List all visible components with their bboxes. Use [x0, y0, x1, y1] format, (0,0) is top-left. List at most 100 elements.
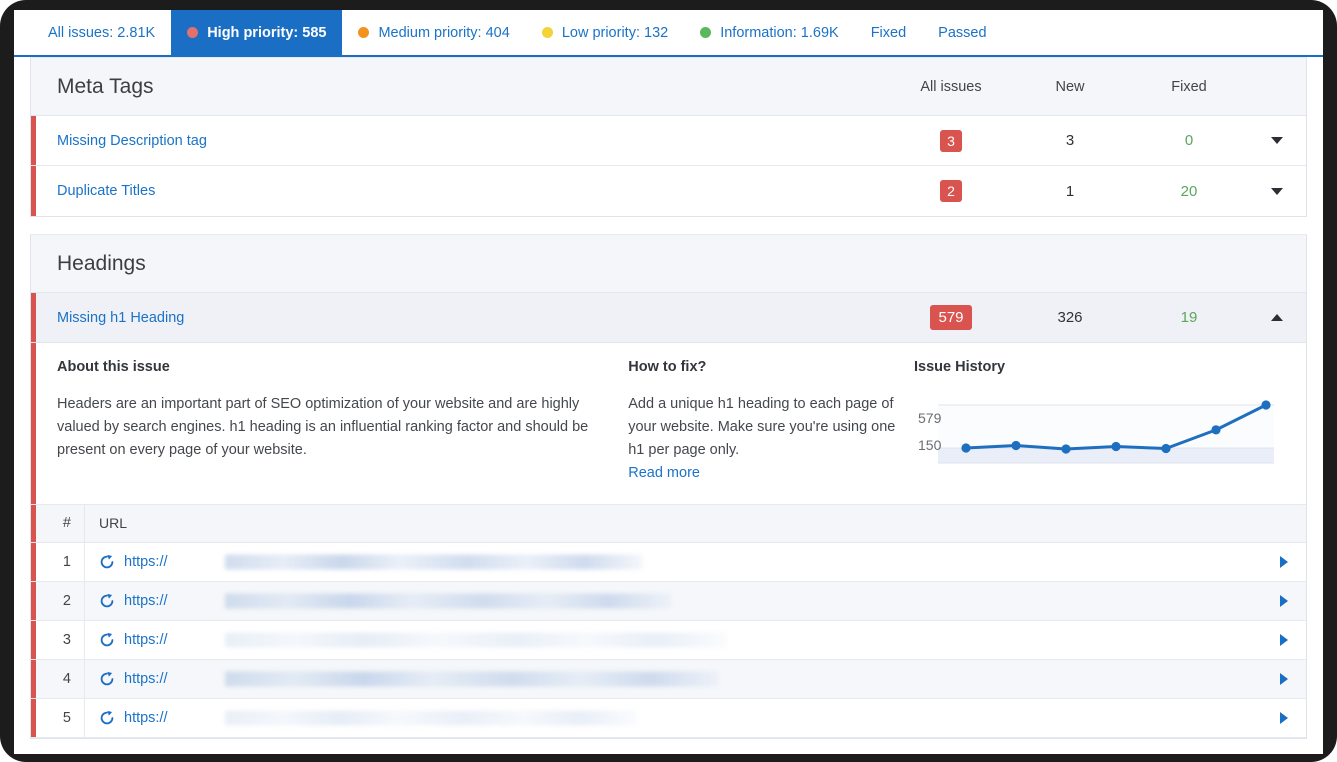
card-separator [14, 217, 1323, 234]
issue-history-column: Issue History 579 150 [914, 359, 1306, 482]
column-headers: All issues New Fixed [892, 58, 1306, 116]
row-index: 3 [62, 631, 71, 648]
url-cell: https:// [84, 542, 1280, 581]
tab-label: Information: 1.69K [720, 24, 839, 41]
tab-all-issues-2-81k[interactable]: All issues: 2.81K [32, 10, 171, 55]
new-count-cell: 1 [1065, 182, 1075, 200]
priority-accent-bar [31, 698, 36, 737]
column-header-new: New [1055, 79, 1085, 95]
issue-history-line-chart [938, 400, 1274, 464]
how-to-fix-text: Add a unique h1 heading to each page of … [628, 396, 896, 458]
issue-count-badge: 2 [940, 180, 962, 202]
issue-row-missing-description-tag[interactable]: Missing Description tag 3 3 0 [31, 116, 1306, 166]
priority-accent-bar [31, 581, 36, 620]
chevron-right-icon[interactable] [1280, 633, 1288, 646]
column-header-fixed: Fixed [1171, 79, 1207, 95]
issue-history-chart: 579 150 [914, 393, 1280, 473]
tab-label: Passed [938, 24, 987, 41]
tab-high-priority-585[interactable]: High priority: 585 [171, 10, 343, 55]
table-row[interactable]: 1 https:// [31, 542, 1306, 582]
issue-name-link[interactable]: Duplicate Titles [31, 183, 892, 199]
column-header-url-label: URL [99, 515, 128, 532]
url-protocol[interactable]: https:// [124, 710, 168, 726]
how-to-fix-heading: How to fix? [628, 359, 707, 375]
redacted-url-text [225, 671, 719, 687]
external-link-icon[interactable] [99, 554, 115, 570]
url-protocol[interactable]: https:// [124, 632, 168, 648]
tab-label: All issues: 2.81K [48, 24, 156, 41]
priority-accent-bar [31, 542, 36, 581]
issue-count-badge: 3 [940, 129, 962, 152]
chart-point-2 [1061, 444, 1071, 454]
section-header-headings: Headings [31, 235, 1306, 293]
new-count-cell: 326 [1057, 309, 1083, 326]
tab-information-1-69k[interactable]: Information: 1.69K [684, 10, 855, 55]
chevron-right-icon[interactable] [1280, 711, 1288, 724]
issue-name-link[interactable]: Missing Description tag [31, 133, 892, 149]
table-row[interactable]: 4 https:// [31, 659, 1306, 699]
how-to-fix-column: How to fix? Add a unique h1 heading to e… [628, 359, 914, 482]
url-protocol[interactable]: https:// [124, 554, 168, 570]
chevron-right-icon[interactable] [1280, 672, 1288, 685]
issue-count-badge: 579 [930, 305, 972, 330]
redacted-url-text [225, 632, 727, 648]
section-card-headings: Headings Missing h1 Heading 579 326 19 A… [30, 234, 1307, 739]
tab-label: High priority: 585 [207, 24, 327, 41]
url-protocol[interactable]: https:// [124, 593, 168, 609]
chart-ytick-150: 150 [918, 436, 942, 453]
about-heading: About this issue [57, 359, 170, 375]
table-row[interactable]: 5 https:// [31, 698, 1306, 738]
chart-area-fill [938, 447, 1274, 463]
expand-toggle[interactable] [1248, 187, 1306, 195]
issue-row-missing-h1-heading[interactable]: Missing h1 Heading 579 326 19 [31, 293, 1306, 343]
issue-history-heading: Issue History [914, 359, 1006, 375]
external-link-icon[interactable] [99, 671, 115, 687]
external-link-icon[interactable] [99, 593, 115, 609]
url-cell: https:// [84, 659, 1280, 698]
all-issues-cell: 2 [892, 180, 1010, 202]
chevron-down-icon [1271, 187, 1283, 195]
all-issues-cell: 579 [892, 305, 1010, 330]
tab-medium-priority-404[interactable]: Medium priority: 404 [342, 10, 525, 55]
chevron-right-icon[interactable] [1280, 594, 1288, 607]
collapse-toggle[interactable] [1248, 314, 1306, 321]
tab-passed[interactable]: Passed [922, 10, 1002, 55]
issue-row-values: 579 326 19 [892, 305, 1306, 330]
priority-accent-bar [31, 343, 36, 504]
section-card-meta-tags: Meta Tags All issues New Fixed Missing D… [30, 57, 1307, 217]
issues-content: Meta Tags All issues New Fixed Missing D… [14, 57, 1323, 752]
issue-row-values: 2 1 20 [892, 180, 1306, 202]
url-cell: https:// [84, 581, 1280, 620]
tab-low-priority-132[interactable]: Low priority: 132 [526, 10, 684, 55]
section-title: Meta Tags [57, 74, 154, 98]
chart-ytick-579: 579 [918, 410, 942, 426]
url-protocol[interactable]: https:// [124, 671, 168, 687]
app-screen: All issues: 2.81K High priority: 585 Mediu… [14, 10, 1323, 754]
priority-accent-bar [31, 659, 36, 698]
table-row[interactable]: 2 https:// [31, 581, 1306, 621]
tab-fixed[interactable]: Fixed [855, 10, 922, 55]
issue-row-duplicate-titles[interactable]: Duplicate Titles 2 1 20 [31, 166, 1306, 216]
row-index: 2 [62, 592, 71, 609]
column-header-url: URL [84, 504, 1306, 542]
read-more-link[interactable]: Read more [628, 465, 700, 481]
chart-point-0 [961, 443, 971, 453]
priority-dot-icon [187, 27, 199, 38]
all-issues-cell: 3 [892, 129, 1010, 152]
issue-detail-panel: About this issue Headers are an importan… [31, 343, 1306, 505]
priority-dot-icon [358, 27, 370, 38]
priority-accent-bar [31, 166, 36, 216]
priority-accent-bar [31, 116, 36, 165]
device-frame: All issues: 2.81K High priority: 585 Mediu… [0, 0, 1337, 762]
priority-accent-bar [31, 293, 36, 342]
chevron-right-icon[interactable] [1280, 555, 1288, 568]
row-index: 1 [62, 553, 71, 570]
expand-toggle[interactable] [1248, 137, 1306, 144]
priority-dot-icon [541, 27, 553, 38]
tab-label: Fixed [870, 24, 907, 41]
url-table-header: # URL [31, 504, 1306, 543]
external-link-icon[interactable] [99, 710, 115, 726]
table-row[interactable]: 3 https:// [31, 620, 1306, 660]
external-link-icon[interactable] [99, 632, 115, 648]
issue-name-link[interactable]: Missing h1 Heading [31, 310, 892, 326]
